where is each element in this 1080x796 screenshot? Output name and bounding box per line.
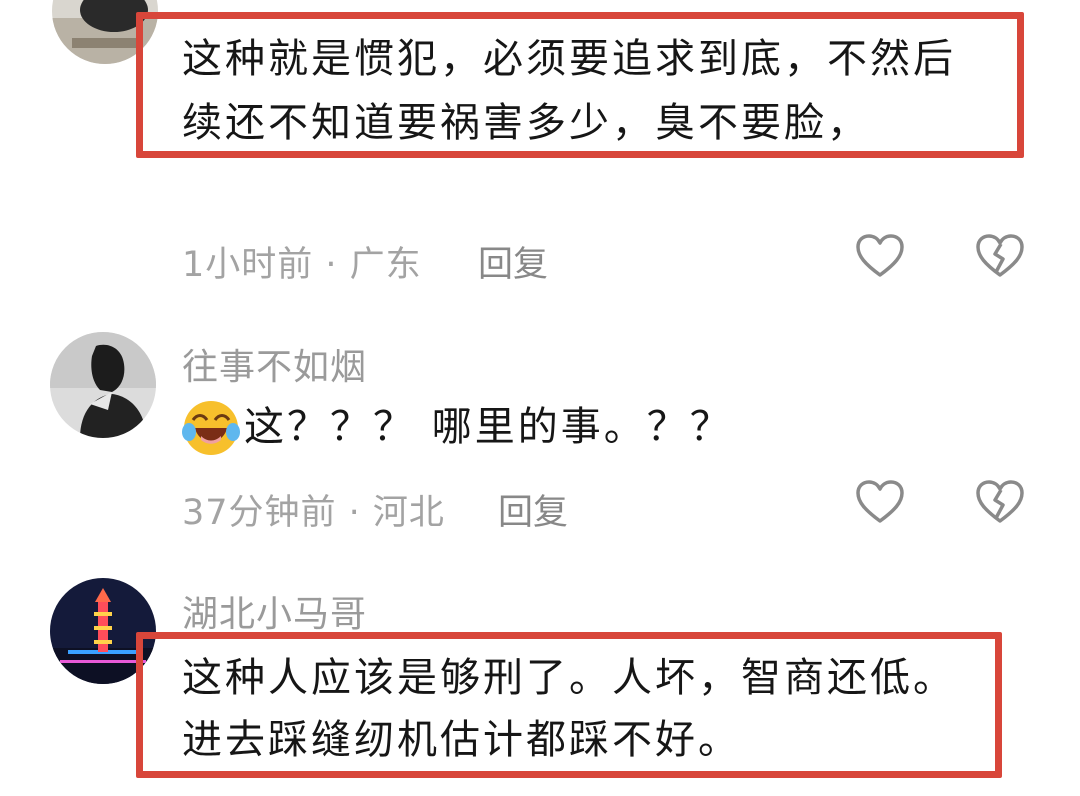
reply-button[interactable]: 回复 [478,236,548,287]
broken-heart-icon[interactable] [975,478,1025,528]
comment-text-line-2: 进去踩缝纫机估计都踩不好。 [182,717,741,763]
comment-meta: 37分钟前 · 河北 [182,493,445,533]
username[interactable]: 往事不如烟 [182,338,367,390]
heart-outline-icon[interactable] [855,232,905,282]
comment-text-line-1: 这种人应该是够刑了。人坏，智商还低。 [182,655,956,701]
broken-heart-icon[interactable] [975,232,1025,282]
comment-meta: 1小时前 · 广东 [182,245,422,285]
reply-button[interactable]: 回复 [498,484,568,535]
comment-text-line-2: 续还不知道要祸害多少，臭不要脸， [182,100,870,146]
comment-text-line-1: 这种就是惯犯，必须要追求到底，不然后 [182,36,956,82]
avatar[interactable] [50,332,156,438]
comment-text-line-1: 这？？？ 哪里的事。？？ [244,404,733,450]
laughing-crying-emoji-icon [181,398,241,458]
username[interactable]: 湖北小马哥 [182,585,367,637]
heart-outline-icon[interactable] [855,478,905,528]
